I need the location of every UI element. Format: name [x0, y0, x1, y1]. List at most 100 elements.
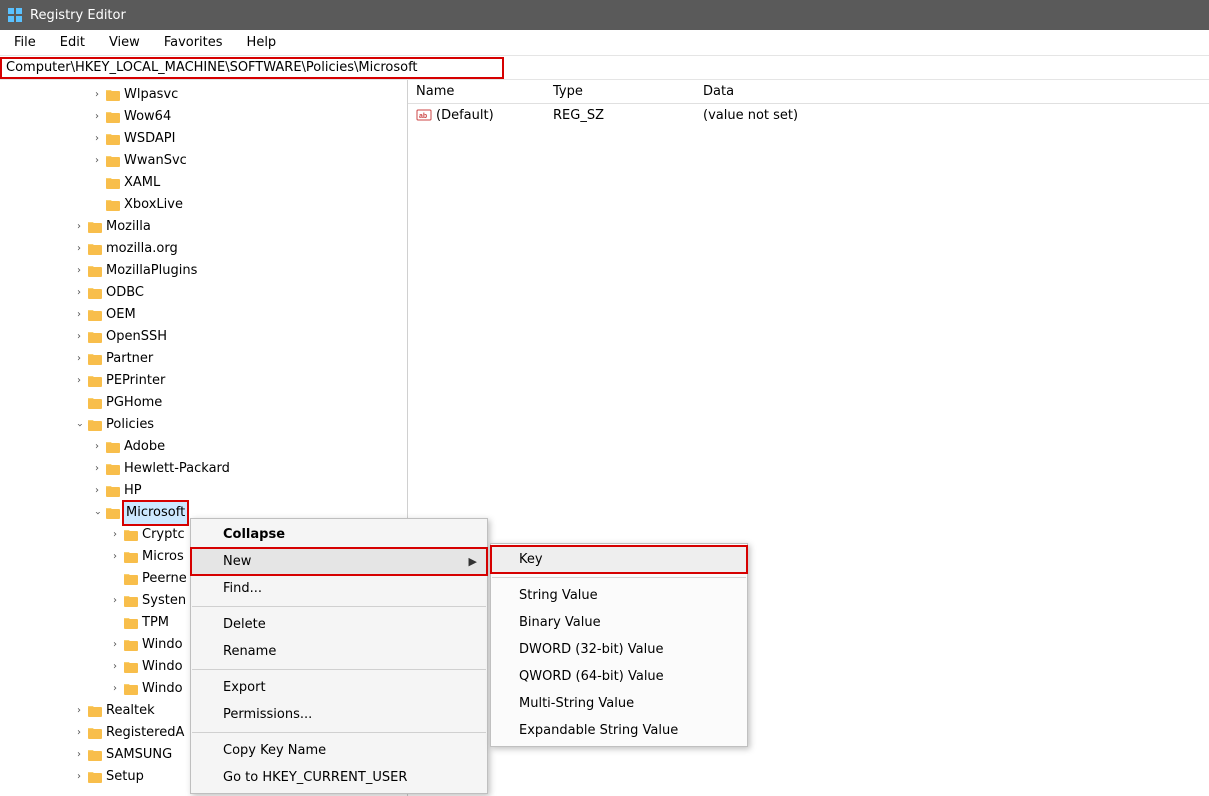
ctx-permissions[interactable]: Permissions...: [191, 701, 487, 728]
chevron-down-icon[interactable]: ›: [90, 502, 104, 524]
tree-node[interactable]: ›PEPrinter: [0, 370, 407, 392]
col-header-name[interactable]: Name: [408, 84, 553, 99]
ctx-goto-hkcu[interactable]: Go to HKEY_CURRENT_USER: [191, 764, 487, 791]
folder-icon: [86, 242, 104, 256]
tree-node[interactable]: ›OEM: [0, 304, 407, 326]
folder-icon: [104, 88, 122, 102]
value-name: (Default): [436, 108, 494, 123]
chevron-right-icon[interactable]: ›: [72, 326, 86, 348]
chevron-right-icon[interactable]: ›: [90, 106, 104, 128]
chevron-right-icon[interactable]: ›: [108, 656, 122, 678]
chevron-right-icon[interactable]: ›: [90, 84, 104, 106]
tree-node-label: OpenSSH: [104, 326, 167, 348]
sub-multi[interactable]: Multi-String Value: [491, 690, 747, 717]
tree-node-label: ODBC: [104, 282, 144, 304]
chevron-right-icon[interactable]: ›: [90, 128, 104, 150]
sub-key[interactable]: Key: [491, 546, 747, 573]
sub-qword[interactable]: QWORD (64-bit) Value: [491, 663, 747, 690]
sub-string[interactable]: String Value: [491, 582, 747, 609]
folder-icon: [86, 374, 104, 388]
tree-node-label: Microsoft: [122, 500, 189, 526]
chevron-right-icon[interactable]: ›: [90, 480, 104, 502]
tree-node[interactable]: XAML: [0, 172, 407, 194]
tree-node[interactable]: › ODBC: [0, 282, 407, 304]
menu-favorites[interactable]: Favorites: [154, 32, 233, 53]
tree-node[interactable]: ›mozilla.org: [0, 238, 407, 260]
tree-node[interactable]: ›Policies: [0, 414, 407, 436]
tree-node[interactable]: › OpenSSH: [0, 326, 407, 348]
chevron-right-icon[interactable]: ›: [72, 260, 86, 282]
chevron-right-icon[interactable]: ›: [90, 150, 104, 172]
folder-icon: [104, 440, 122, 454]
chevron-right-icon[interactable]: ›: [108, 590, 122, 612]
folder-icon: [104, 462, 122, 476]
ctx-new[interactable]: New ▶: [191, 548, 487, 575]
tree-node[interactable]: ›Wlpasvc: [0, 84, 407, 106]
tree-node[interactable]: ›Adobe: [0, 436, 407, 458]
ctx-separator: [192, 606, 486, 607]
menu-file[interactable]: File: [4, 32, 46, 53]
folder-icon: [104, 132, 122, 146]
tree-node[interactable]: ›WwanSvc: [0, 150, 407, 172]
value-row[interactable]: ab (Default) REG_SZ (value not set): [408, 104, 1209, 126]
sub-binary[interactable]: Binary Value: [491, 609, 747, 636]
tree-node-label: Partner: [104, 348, 153, 370]
chevron-right-icon[interactable]: ›: [72, 722, 86, 744]
ctx-collapse[interactable]: Collapse: [191, 521, 487, 548]
chevron-right-icon[interactable]: ›: [108, 634, 122, 656]
chevron-right-icon[interactable]: ›: [90, 436, 104, 458]
tree-node[interactable]: › Partner: [0, 348, 407, 370]
col-header-data[interactable]: Data: [703, 84, 1209, 99]
window-title: Registry Editor: [30, 8, 126, 23]
sub-expand[interactable]: Expandable String Value: [491, 717, 747, 744]
ctx-separator: [192, 732, 486, 733]
menu-view[interactable]: View: [99, 32, 150, 53]
chevron-right-icon[interactable]: ›: [72, 238, 86, 260]
chevron-right-icon[interactable]: ›: [72, 744, 86, 766]
tree-node-label: HP: [122, 480, 142, 502]
chevron-right-icon[interactable]: ›: [90, 458, 104, 480]
sub-dword[interactable]: DWORD (32-bit) Value: [491, 636, 747, 663]
address-input[interactable]: [0, 57, 504, 79]
folder-icon: [86, 396, 104, 410]
chevron-right-icon[interactable]: ›: [72, 304, 86, 326]
menu-help[interactable]: Help: [237, 32, 287, 53]
ctx-rename[interactable]: Rename: [191, 638, 487, 665]
chevron-right-icon[interactable]: ›: [72, 282, 86, 304]
tree-node[interactable]: ›Wow64: [0, 106, 407, 128]
submenu-new[interactable]: Key String Value Binary Value DWORD (32-…: [490, 543, 748, 747]
context-menu[interactable]: Collapse New ▶ Find... Delete Rename Exp…: [190, 518, 488, 794]
tree-node[interactable]: ›Mozilla: [0, 216, 407, 238]
tree-node[interactable]: ›Hewlett-Packard: [0, 458, 407, 480]
sub-separator: [492, 577, 746, 578]
tree-node[interactable]: › HP: [0, 480, 407, 502]
ctx-export[interactable]: Export: [191, 674, 487, 701]
chevron-right-icon[interactable]: ›: [72, 370, 86, 392]
menubar: File Edit View Favorites Help: [0, 30, 1209, 56]
app-icon: [6, 6, 24, 24]
tree-node[interactable]: XboxLive: [0, 194, 407, 216]
chevron-down-icon[interactable]: ›: [72, 414, 86, 436]
chevron-right-icon[interactable]: ›: [72, 216, 86, 238]
folder-icon: [122, 638, 140, 652]
ctx-copy-key-name[interactable]: Copy Key Name: [191, 737, 487, 764]
ctx-separator: [192, 669, 486, 670]
tree-node[interactable]: PGHome: [0, 392, 407, 414]
folder-icon: [86, 330, 104, 344]
chevron-right-icon[interactable]: ›: [108, 678, 122, 700]
folder-icon: [122, 682, 140, 696]
menu-edit[interactable]: Edit: [50, 32, 95, 53]
tree-node-label: Systen: [140, 590, 186, 612]
chevron-right-icon[interactable]: ›: [108, 524, 122, 546]
tree-node[interactable]: ›MozillaPlugins: [0, 260, 407, 282]
folder-icon: [122, 528, 140, 542]
chevron-right-icon[interactable]: ›: [72, 348, 86, 370]
chevron-right-icon[interactable]: ›: [72, 700, 86, 722]
ctx-delete[interactable]: Delete: [191, 611, 487, 638]
tree-node-label: SAMSUNG: [104, 744, 172, 766]
col-header-type[interactable]: Type: [553, 84, 703, 99]
chevron-right-icon[interactable]: ›: [72, 766, 86, 788]
ctx-find[interactable]: Find...: [191, 575, 487, 602]
chevron-right-icon[interactable]: ›: [108, 546, 122, 568]
tree-node[interactable]: ›WSDAPI: [0, 128, 407, 150]
